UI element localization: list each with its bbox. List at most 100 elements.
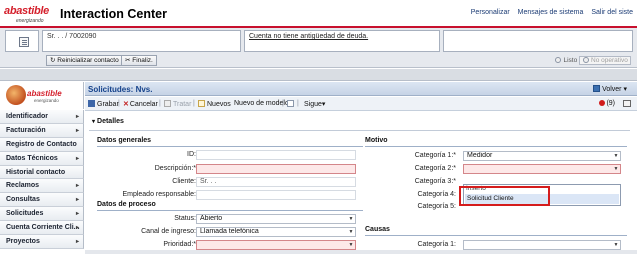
next-label: Sigue	[304, 101, 322, 108]
save-button[interactable]: Grabar	[88, 100, 119, 108]
new-document-icon	[198, 100, 205, 107]
category4-label: Categoría 4:	[417, 191, 456, 198]
nav-logo-brand: abastible	[27, 89, 62, 98]
dropdown-arrow-icon: ▼	[348, 229, 354, 235]
new-from-template-button[interactable]: Nuevo de modelo	[234, 100, 289, 107]
reinit-contact-label: Reinicializar contacto	[57, 57, 119, 64]
general-data-heading: Datos generales	[97, 137, 152, 144]
back-label: Volver	[602, 86, 622, 93]
dropdown-arrow-icon: ▼	[613, 166, 619, 172]
status-select[interactable]: Abierto ▼	[196, 214, 356, 224]
separator-band	[0, 69, 637, 81]
nav-item-reclamos[interactable]: Reclamos ▸	[0, 179, 84, 194]
not-operative-radio-icon	[583, 57, 589, 63]
nav-item-cuenta-corriente[interactable]: Cuenta Corriente Cli... ▸	[0, 221, 84, 236]
back-button[interactable]: Volver ▾	[593, 85, 627, 93]
next-button[interactable]: Sigue▾	[304, 100, 325, 108]
error-count: (9)	[606, 100, 615, 107]
notepad-icon[interactable]	[19, 37, 29, 47]
save-label: Grabar	[97, 101, 119, 108]
dropdown-arrow-icon: ▼	[613, 153, 619, 159]
salir-link[interactable]: Salir del siste	[591, 9, 633, 16]
nav-item-label: Reclamos	[6, 182, 40, 190]
id-field[interactable]	[196, 150, 356, 160]
toolbar-divider: |	[297, 100, 299, 107]
nav-item-datos-tecnicos[interactable]: Datos Técnicos ▸	[0, 151, 84, 166]
reinit-contact-button[interactable]: ↻ Reinicializar contacto	[46, 55, 123, 66]
nav-item-consultas[interactable]: Consultas ▸	[0, 193, 84, 208]
logo-brand: abastible	[4, 5, 49, 17]
nav-item-facturacion[interactable]: Facturación ▸	[0, 123, 84, 138]
toolbar-divider: |	[159, 100, 161, 107]
category5-label: Categoría 5:	[417, 203, 456, 210]
finalize-label: Finaliz.	[132, 57, 153, 64]
category1-select[interactable]: Medidor ▼	[463, 151, 621, 161]
category1-value: Medidor	[467, 152, 493, 159]
chevron-right-icon: ▸	[75, 239, 79, 246]
save-icon	[88, 100, 95, 107]
collapse-icon: ▾	[92, 119, 96, 125]
channel-select[interactable]: Llamada telefónica ▼	[196, 227, 356, 237]
not-operative-select[interactable]: No operativo	[579, 56, 631, 65]
toolbar-divider: |	[282, 100, 284, 107]
customer-field[interactable]: Sr. . .	[196, 177, 356, 187]
priority-label: Prioridad:*	[163, 241, 196, 248]
nav-item-label: Identificador	[6, 113, 49, 120]
nav-item-label: Facturación	[6, 126, 46, 134]
copy-button[interactable]	[287, 100, 296, 108]
top-links: Personalizar Mensajes de sistema Salir d…	[465, 9, 633, 16]
interaction-strip: Sr. . . / 7002090 Cuenta no tiene antigü…	[0, 28, 637, 68]
finalize-button[interactable]: ✂ Finaliz.	[121, 55, 157, 66]
channel-label: Canal de ingreso:	[141, 228, 196, 235]
notes-box[interactable]	[5, 30, 39, 52]
cause-category1-label: Categoría 1:	[417, 241, 456, 248]
nav-item-identificador[interactable]: Identificador ▸	[0, 110, 84, 124]
description-field[interactable]	[196, 164, 356, 174]
dropdown-arrow-icon: ▼	[348, 216, 354, 222]
error-icon	[599, 100, 606, 106]
app-title: Interaction Center	[60, 7, 167, 21]
section-divider	[365, 146, 627, 147]
toolbar-divider: |	[193, 100, 195, 107]
chevron-right-icon: ▸	[75, 127, 79, 134]
ready-label: Listo	[563, 57, 578, 64]
horizontal-scrollbar[interactable]	[85, 250, 637, 254]
category3-label: Categoría 3:*	[414, 178, 456, 185]
toolbar-divider: |	[118, 100, 120, 107]
details-label: Detalles	[97, 118, 124, 125]
nav-item-label: Consultas	[6, 196, 40, 204]
error-indicator[interactable]: (9)	[599, 100, 615, 107]
employee-field[interactable]	[196, 190, 356, 200]
nav-item-registro-contacto[interactable]: Registro de Contacto	[0, 137, 84, 152]
mensajes-sistema-link[interactable]: Mensajes de sistema	[518, 9, 584, 16]
action-toolbar: Grabar | ✕Cancelar | Tratar | Nuevos Nue…	[85, 97, 637, 111]
process-data-heading: Datos de proceso	[97, 201, 156, 208]
flame-icon	[6, 85, 26, 105]
cause-category1-select[interactable]: ▼	[463, 240, 621, 250]
priority-select[interactable]: ▼	[196, 240, 356, 250]
tratar-icon	[164, 100, 171, 107]
tratar-button[interactable]: Tratar	[164, 100, 191, 108]
category2-select[interactable]: ▼	[463, 164, 621, 174]
chevron-right-icon: ▸	[75, 197, 79, 204]
channel-value: Llamada telefónica	[200, 228, 259, 235]
new-label: Nuevos	[207, 101, 231, 108]
status-value: Abierto	[200, 215, 223, 222]
cancel-button[interactable]: ✕Cancelar	[123, 100, 158, 108]
new-button[interactable]: Nuevos	[198, 100, 231, 108]
chevron-right-icon: ▸	[75, 114, 79, 120]
details-toggle[interactable]: ▾ Detalles	[92, 118, 124, 125]
nav-item-historial-contacto[interactable]: Historial contacto	[0, 165, 84, 180]
nav-item-label: Historial contacto	[6, 168, 66, 176]
abastible-logo: abastible energizando	[4, 3, 56, 25]
nav-item-solicitudes[interactable]: Solicitudes ▸	[0, 207, 84, 222]
ready-radio[interactable]	[555, 57, 562, 63]
back-icon	[593, 85, 601, 92]
account-alert-box[interactable]: Cuenta no tiene antigüedad de deuda.	[244, 30, 440, 52]
page-title: Solicitudes: Nvs.	[88, 85, 153, 94]
chevron-right-icon: ▸	[75, 225, 79, 232]
section-divider	[97, 210, 363, 211]
print-icon[interactable]	[623, 100, 631, 107]
nav-item-proyectos[interactable]: Proyectos ▸	[0, 235, 84, 249]
personalizar-link[interactable]: Personalizar	[471, 9, 510, 16]
